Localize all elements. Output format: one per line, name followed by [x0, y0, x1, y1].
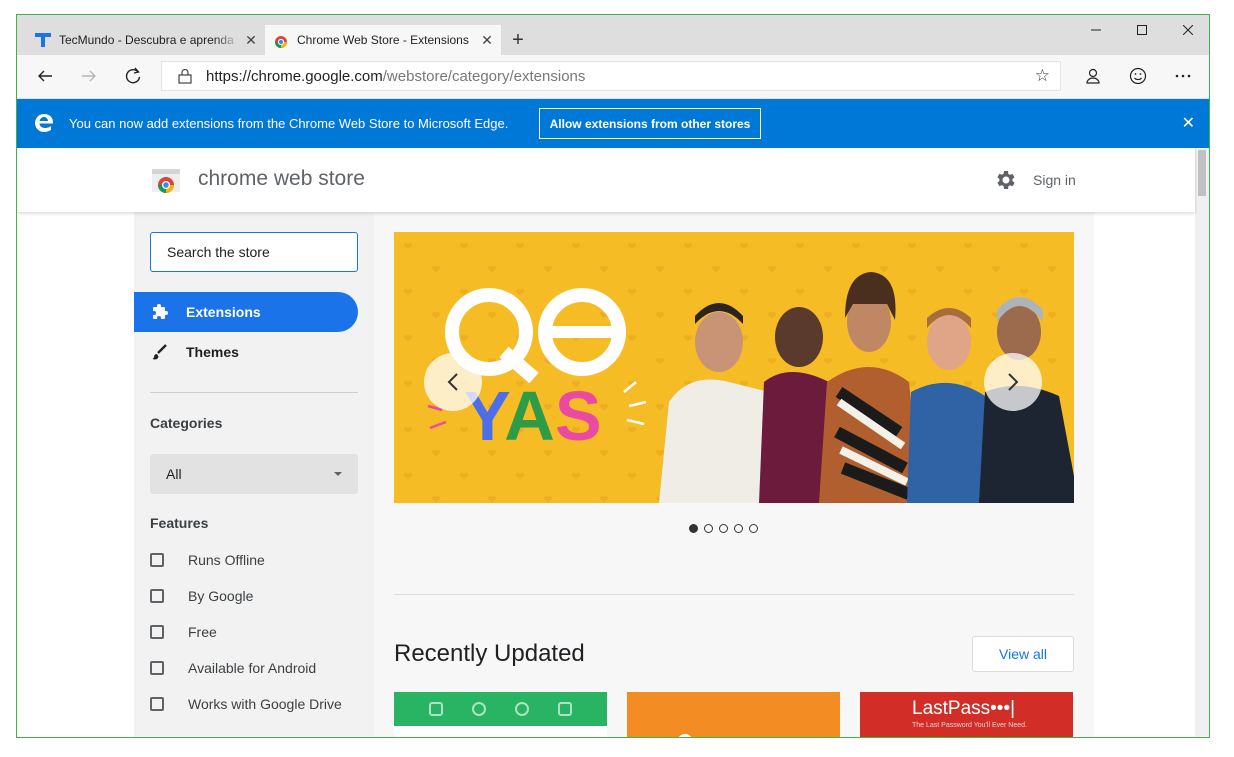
profile-icon[interactable] [1079, 63, 1107, 89]
svg-text:YAS: YAS [464, 377, 602, 455]
store-main: YAS Recently Updated View all LastPass••… [374, 212, 1094, 738]
app-icon [558, 702, 573, 716]
favorite-star-icon[interactable]: ☆ [1035, 66, 1050, 86]
scrollbar-thumb[interactable] [1198, 150, 1206, 196]
card-screenshot [912, 737, 1008, 738]
checkbox[interactable] [150, 625, 164, 639]
nav-extensions[interactable]: Extensions [134, 292, 358, 332]
carousel-dot[interactable] [719, 524, 728, 533]
infobar-message: You can now add extensions from the Chro… [69, 116, 509, 131]
carousel-prev-button[interactable] [424, 353, 482, 411]
feature-runs-offline[interactable]: Runs Offline [150, 548, 265, 572]
address-toolbar: https://chrome.google.com/webstore/categ… [17, 55, 1209, 99]
address-bar[interactable]: https://chrome.google.com/webstore/categ… [161, 61, 1061, 91]
maximize-icon[interactable] [1119, 15, 1165, 45]
app-icon [515, 702, 530, 716]
checkbox[interactable] [150, 553, 164, 567]
carousel-dot[interactable] [689, 524, 698, 533]
tab-tecmundo[interactable]: TecMundo - Descubra e aprenda ✕ [27, 25, 265, 55]
feature-label: Runs Offline [188, 552, 265, 568]
checkbox[interactable] [150, 589, 164, 603]
lock-icon [178, 68, 192, 84]
checkbox[interactable] [150, 697, 164, 711]
feature-by-google[interactable]: By Google [150, 584, 253, 608]
lastpass-card[interactable]: LastPass•••| The Last Password You'll Ev… [860, 692, 1073, 738]
extension-card[interactable] [394, 692, 607, 737]
card-logo-icon [677, 734, 693, 737]
close-window-icon[interactable] [1165, 15, 1209, 45]
app-icon [428, 702, 443, 716]
edge-infobar: You can now add extensions from the Chro… [17, 99, 1209, 148]
tecmundo-favicon-icon [35, 33, 51, 47]
tab-title: TecMundo - Descubra e aprenda [59, 33, 234, 47]
extension-card[interactable] [627, 692, 840, 737]
brush-icon [134, 343, 186, 361]
carousel-dot[interactable] [749, 524, 758, 533]
category-selected-value: All [166, 466, 182, 482]
tab-title: Chrome Web Store - Extensions [297, 33, 469, 47]
sign-in-link[interactable]: Sign in [1033, 172, 1076, 188]
recently-updated-title: Recently Updated [394, 640, 585, 667]
feedback-smiley-icon[interactable] [1124, 63, 1152, 89]
feature-label: Available for Android [188, 660, 317, 676]
carousel-dot[interactable] [704, 524, 713, 533]
app-icon [471, 702, 486, 716]
search-input[interactable]: Search the store [150, 232, 358, 272]
carousel-next-button[interactable] [984, 353, 1042, 411]
infobar-close-icon[interactable]: ✕ [1182, 113, 1195, 133]
new-tab-icon[interactable]: + [507, 29, 529, 51]
feature-label: Free [188, 624, 217, 640]
page-content: chrome web store Sign in Search the stor… [17, 148, 1197, 738]
feature-free[interactable]: Free [150, 620, 217, 644]
tab-close-icon[interactable]: ✕ [477, 32, 497, 49]
tab-close-icon[interactable]: ✕ [241, 32, 261, 49]
sidebar-divider [150, 392, 358, 393]
category-select[interactable]: All [150, 454, 358, 494]
carousel-dot[interactable] [734, 524, 743, 533]
store-header: chrome web store Sign in [17, 148, 1195, 212]
feature-available-android[interactable]: Available for Android [150, 656, 316, 680]
feature-label: Works with Google Drive [188, 696, 342, 712]
store-sidebar: Search the store Extensions Themes Categ… [134, 212, 374, 737]
refresh-icon[interactable] [119, 63, 147, 89]
featured-banner[interactable]: YAS [394, 232, 1074, 503]
forward-icon[interactable] [75, 63, 103, 89]
checkbox[interactable] [150, 661, 164, 675]
minimize-icon[interactable] [1073, 15, 1119, 45]
nav-extensions-label: Extensions [186, 304, 261, 320]
edge-logo-icon [35, 114, 53, 132]
chevron-right-icon [1008, 373, 1019, 391]
url-path: /webstore/category/extensions [382, 67, 586, 85]
store-title: chrome web store [198, 167, 365, 190]
lastpass-tagline: The Last Password You'll Ever Need. [912, 722, 1027, 729]
back-icon[interactable] [31, 63, 59, 89]
nav-themes[interactable]: Themes [134, 332, 358, 372]
chrome-web-store-logo-icon [152, 169, 180, 193]
chevron-left-icon [447, 373, 458, 391]
puzzle-icon [134, 303, 186, 321]
feature-label: By Google [188, 588, 254, 604]
tab-strip: TecMundo - Descubra e aprenda ✕ Chrome W… [17, 15, 1209, 55]
carousel-dots [689, 524, 758, 533]
dropdown-caret-icon [334, 472, 342, 476]
feature-google-drive[interactable]: Works with Google Drive [150, 692, 342, 716]
gear-icon[interactable] [993, 168, 1017, 192]
lastpass-name: LastPass•••| [912, 698, 1016, 719]
url-host: https://chrome.google.com [206, 67, 383, 85]
chrome-favicon-icon [275, 36, 287, 48]
more-menu-icon[interactable] [1169, 63, 1197, 89]
features-label: Features [150, 515, 209, 531]
categories-label: Categories [150, 415, 223, 431]
allow-extensions-button[interactable]: Allow extensions from other stores [539, 108, 761, 139]
nav-themes-label: Themes [186, 344, 239, 360]
section-divider [394, 594, 1074, 595]
browser-window: TecMundo - Descubra e aprenda ✕ Chrome W… [16, 14, 1210, 738]
tab-chrome-web-store[interactable]: Chrome Web Store - Extensions ✕ [265, 25, 501, 55]
card-banner [394, 692, 607, 726]
page-scrollbar[interactable] [1195, 148, 1209, 737]
view-all-button[interactable]: View all [972, 636, 1074, 672]
